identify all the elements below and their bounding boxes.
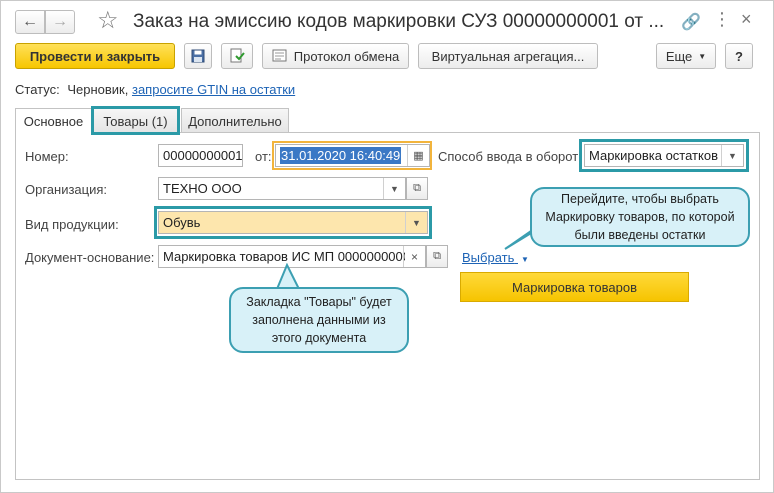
organization-field[interactable]: ТЕХНО ООО ▼ bbox=[158, 177, 406, 200]
entry-mode-highlight bbox=[579, 139, 749, 172]
open-icon: ⧉ bbox=[413, 182, 421, 194]
number-label: Номер: bbox=[25, 149, 69, 164]
product-type-highlight bbox=[154, 206, 432, 239]
exchange-log-button[interactable]: Протокол обмена bbox=[262, 43, 409, 69]
goods-tab-highlight bbox=[91, 106, 180, 135]
window-title: Заказ на эмиссию кодов маркировки СУЗ 00… bbox=[133, 11, 665, 32]
number-field[interactable]: 00000000001 bbox=[158, 144, 243, 167]
link-icon[interactable]: 🔗 bbox=[681, 12, 701, 32]
base-doc-label: Документ-основание: bbox=[25, 250, 155, 265]
base-doc-value: Маркировка товаров ИС МП 00000000001 bbox=[163, 249, 405, 264]
back-button[interactable]: ← bbox=[15, 10, 45, 34]
virtual-aggregation-button[interactable]: Виртуальная агрегация... bbox=[418, 43, 598, 69]
tab-additional[interactable]: Дополнительно bbox=[181, 108, 289, 133]
clear-icon[interactable]: × bbox=[403, 246, 425, 267]
log-icon bbox=[272, 49, 287, 62]
arrow-left-icon: ← bbox=[22, 13, 38, 30]
organization-value: ТЕХНО ООО bbox=[163, 181, 242, 196]
request-gtin-link[interactable]: запросите GTIN на остатки bbox=[132, 82, 295, 97]
title-bar: ← → ☆ Заказ на эмиссию кодов маркировки … bbox=[1, 1, 773, 41]
date-highlight bbox=[272, 141, 432, 170]
more-icon[interactable]: ⋮ bbox=[713, 9, 731, 30]
chevron-down-icon[interactable]: ▼ bbox=[383, 178, 405, 199]
open-icon: ⧉ bbox=[433, 250, 441, 262]
open-organization-button[interactable]: ⧉ bbox=[406, 177, 428, 200]
product-type-label: Вид продукции: bbox=[25, 217, 119, 232]
toolbar: Провести и закрыть Протокол обмена Вирту… bbox=[1, 43, 773, 73]
choose-tooltip: Перейдите, чтобы выбрать Маркировку това… bbox=[530, 187, 750, 247]
tab-main[interactable]: Основное bbox=[15, 108, 92, 134]
help-button[interactable]: ? bbox=[725, 43, 753, 69]
more-menu-label: Еще bbox=[665, 48, 693, 64]
arrow-right-icon: → bbox=[52, 13, 68, 30]
date-label: от: bbox=[255, 149, 272, 164]
open-base-doc-button[interactable]: ⧉ bbox=[426, 245, 448, 268]
close-icon[interactable]: × bbox=[741, 9, 752, 30]
organization-label: Организация: bbox=[25, 182, 108, 197]
forward-button[interactable]: → bbox=[45, 10, 75, 34]
chevron-down-icon: ▼ bbox=[521, 255, 529, 264]
goods-tooltip: Закладка "Товары" будет заполнена данным… bbox=[229, 287, 409, 353]
status-line: Статус: Черновик, запросите GTIN на оста… bbox=[15, 82, 295, 97]
more-menu-button[interactable]: Еще ▼ bbox=[656, 43, 716, 69]
post-button[interactable] bbox=[221, 43, 253, 69]
status-label: Статус: bbox=[15, 82, 60, 97]
save-icon bbox=[191, 49, 205, 63]
status-value: Черновик, bbox=[67, 82, 129, 97]
choose-option-marking-goods[interactable]: Маркировка товаров bbox=[460, 272, 689, 302]
star-icon[interactable]: ☆ bbox=[97, 6, 119, 35]
document-window: ← → ☆ Заказ на эмиссию кодов маркировки … bbox=[0, 0, 774, 493]
post-and-close-button[interactable]: Провести и закрыть bbox=[15, 43, 175, 69]
save-button[interactable] bbox=[184, 43, 212, 69]
exchange-log-label: Протокол обмена bbox=[293, 48, 400, 64]
entry-mode-label: Способ ввода в оборот: bbox=[438, 149, 582, 164]
post-document-icon bbox=[230, 48, 245, 63]
chevron-down-icon: ▼ bbox=[698, 51, 707, 61]
